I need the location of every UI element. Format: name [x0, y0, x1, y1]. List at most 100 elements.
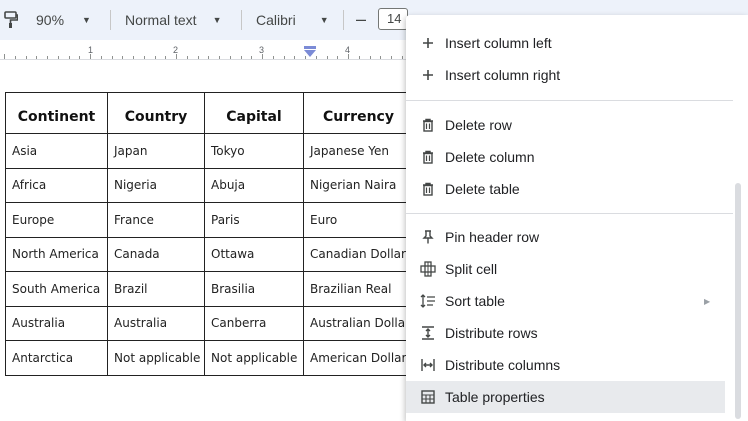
table-cell[interactable]: Brazilian Real	[303, 271, 414, 307]
table-cell[interactable]: Nigeria	[107, 167, 205, 203]
zoom-value: 90%	[36, 12, 65, 28]
table-header-row: Continent Country Capital Currency	[5, 92, 414, 134]
table-cell[interactable]: Not applicable	[107, 340, 205, 376]
table-cell[interactable]: Africa	[5, 167, 108, 203]
table-cell[interactable]: Brazil	[107, 271, 205, 307]
ruler-tick	[326, 56, 328, 59]
ruler-number: 3	[259, 45, 265, 55]
table-row: Europe France Paris Euro	[5, 202, 414, 238]
ruler-tick	[68, 56, 70, 59]
document-table[interactable]: Continent Country Capital Currency Asia …	[5, 92, 414, 376]
table-header-cell[interactable]: Currency	[303, 92, 414, 134]
table-cell[interactable]: Brasilia	[204, 271, 304, 307]
ruler-tick	[143, 56, 145, 59]
table-cell[interactable]: Japanese Yen	[303, 133, 414, 169]
ruler-number: 4	[345, 45, 351, 55]
ruler-tick	[79, 56, 81, 59]
table-cell[interactable]: Euro	[303, 202, 414, 238]
table-icon	[420, 389, 436, 405]
table-header-cell[interactable]: Capital	[204, 92, 304, 134]
pin-icon	[420, 229, 436, 245]
menu-item-sort-table[interactable]: Sort table ▶	[406, 285, 736, 317]
ruler-number: 2	[173, 45, 179, 55]
font-select[interactable]: Calibri ▼	[256, 7, 329, 33]
table-cell[interactable]: South America	[5, 271, 108, 307]
menu-item-delete-column[interactable]: Delete column	[406, 141, 736, 173]
ruler-tick	[219, 56, 220, 59]
sort-icon	[420, 293, 436, 309]
menu-item-label: Distribute rows	[445, 325, 538, 341]
menu-item-split-cell[interactable]: Split cell	[406, 253, 736, 285]
ruler-tick	[272, 56, 274, 59]
table-cell[interactable]: Tokyo	[204, 133, 304, 169]
toolbar-divider	[343, 10, 344, 30]
caret-down-icon: ▼	[82, 15, 91, 25]
paint-format-icon[interactable]	[4, 7, 22, 33]
ruler-tick	[133, 56, 134, 59]
distribute-columns-icon	[420, 357, 436, 373]
menu-item-distribute-rows[interactable]: Distribute rows	[406, 317, 736, 349]
menu-item-table-properties[interactable]: Table properties	[406, 381, 725, 413]
table-row: Australia Australia Canberra Australian …	[5, 305, 414, 341]
paragraph-style-value: Normal text	[125, 12, 197, 28]
trash-icon	[420, 181, 436, 197]
table-row: South America Brazil Brasilia Brazilian …	[5, 271, 414, 307]
ruler-tick	[358, 56, 360, 59]
table-row: North America Canada Ottawa Canadian Dol…	[5, 236, 414, 272]
table-cell[interactable]: Antarctica	[5, 340, 108, 376]
toolbar-divider	[241, 10, 242, 30]
table-cell[interactable]: Australian Dollar	[303, 305, 414, 341]
table-cell[interactable]: North America	[5, 236, 108, 272]
table-cell[interactable]: Ottawa	[204, 236, 304, 272]
table-cell[interactable]: Nigerian Naira	[303, 167, 414, 203]
ruler-tick	[122, 56, 124, 59]
menu-item-label: Split cell	[445, 261, 498, 277]
menu-scrollbar-thumb[interactable]	[735, 183, 741, 419]
table-cell[interactable]: Europe	[5, 202, 108, 238]
ruler-tick	[4, 54, 5, 59]
first-line-indent-marker[interactable]	[304, 46, 316, 49]
ruler-number: 1	[88, 45, 94, 55]
menu-item-label: Delete column	[445, 149, 535, 165]
ruler-tick	[186, 56, 188, 59]
table-row: Africa Nigeria Abuja Nigerian Naira	[5, 167, 414, 203]
menu-item-delete-row[interactable]: Delete row	[406, 109, 736, 141]
table-cell[interactable]: Australia	[5, 305, 108, 341]
table-header-cell[interactable]: Country	[107, 92, 205, 134]
table-cell[interactable]: Not applicable	[204, 340, 304, 376]
ruler-line	[0, 59, 410, 60]
split-cell-icon	[420, 261, 436, 277]
ruler-tick	[165, 56, 167, 59]
table-cell[interactable]: American Dollar	[303, 340, 414, 376]
decrease-font-size-button[interactable]: –	[356, 6, 366, 32]
ruler-tick	[208, 56, 210, 59]
left-indent-marker[interactable]	[304, 50, 316, 57]
menu-separator	[406, 213, 736, 214]
table-cell[interactable]: Japan	[107, 133, 205, 169]
ruler-tick	[369, 56, 371, 59]
menu-item-label: Insert column left	[445, 35, 552, 51]
table-cell[interactable]: Canadian Dollar	[303, 236, 414, 272]
plus-icon	[420, 67, 436, 83]
menu-item-insert-column-right[interactable]: Insert column right	[406, 59, 736, 91]
table-cell[interactable]: Abuja	[204, 167, 304, 203]
ruler-tick	[240, 56, 242, 59]
table-header-cell[interactable]: Continent	[5, 92, 108, 134]
table-cell[interactable]: Canberra	[204, 305, 304, 341]
table-row: Antarctica Not applicable Not applicable…	[5, 340, 414, 376]
table-cell[interactable]: Australia	[107, 305, 205, 341]
ruler-tick	[294, 56, 296, 59]
font-size-input[interactable]: 14	[378, 8, 408, 30]
menu-item-insert-column-left[interactable]: Insert column left	[406, 27, 736, 59]
table-cell[interactable]: Paris	[204, 202, 304, 238]
trash-icon	[420, 117, 436, 133]
menu-item-distribute-columns[interactable]: Distribute columns	[406, 349, 736, 381]
table-cell[interactable]: Asia	[5, 133, 108, 169]
zoom-select[interactable]: 90% ▼	[36, 7, 91, 33]
paragraph-style-select[interactable]: Normal text ▼	[125, 7, 222, 33]
menu-item-pin-header-row[interactable]: Pin header row	[406, 221, 736, 253]
menu-item-delete-table[interactable]: Delete table	[406, 173, 736, 205]
table-cell[interactable]: France	[107, 202, 205, 238]
table-cell[interactable]: Canada	[107, 236, 205, 272]
ruler-tick	[25, 56, 27, 59]
